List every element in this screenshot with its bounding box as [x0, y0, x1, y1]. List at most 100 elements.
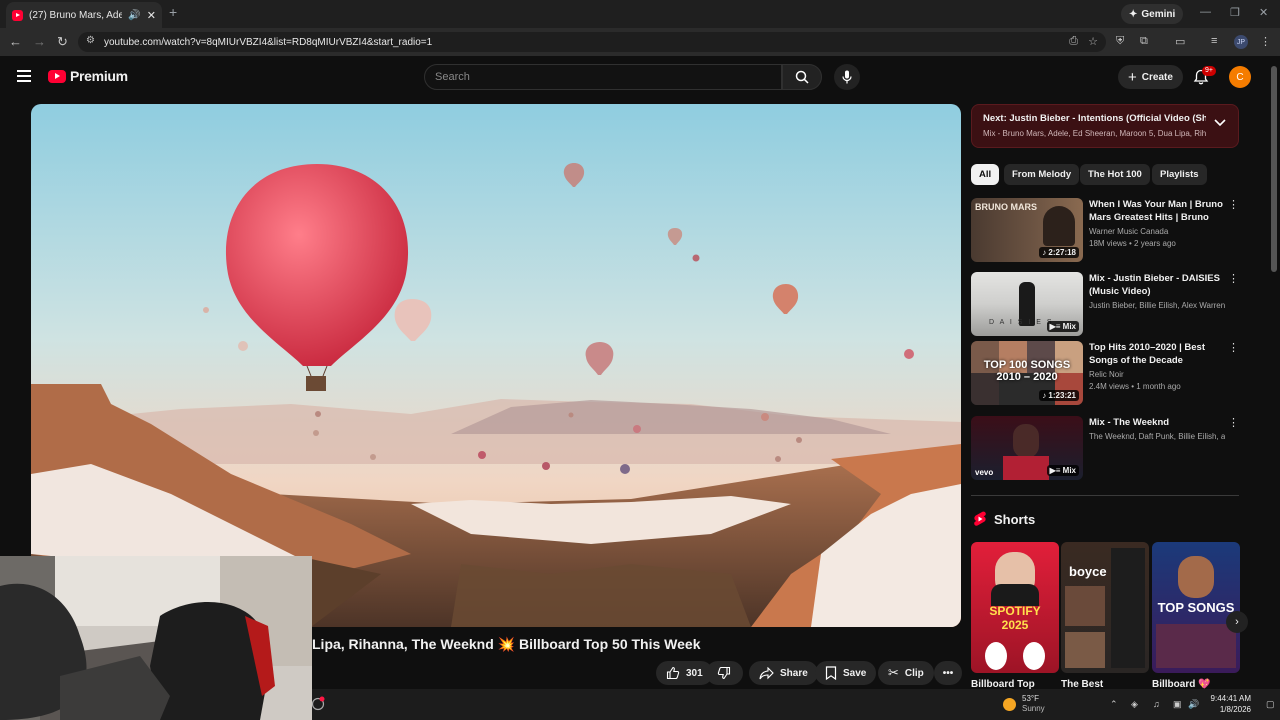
new-tab-button[interactable]: +	[169, 4, 177, 20]
short-thumbnail[interactable]: boyce	[1061, 542, 1149, 673]
extensions-icon[interactable]: ⧉	[1140, 35, 1148, 48]
clock-time: 9:44:41 AM	[1210, 694, 1251, 703]
weather-temp: 53°F	[1022, 694, 1039, 703]
thumbs-down-icon	[717, 666, 731, 680]
video-thumbnail[interactable]: BRUNO MARS ♪ 2:27:18	[971, 198, 1083, 262]
short-thumbnail[interactable]: TOP SONGS	[1152, 542, 1240, 673]
speaker-icon[interactable]: 🔊	[128, 10, 140, 21]
network-icon[interactable]: ▣	[1173, 699, 1182, 710]
more-options-icon[interactable]: ⋮	[1228, 272, 1239, 285]
browser-profile-avatar[interactable]: JP	[1234, 35, 1248, 49]
thumbnail-text: D A I S I E S	[989, 319, 1054, 326]
browser-menu-icon[interactable]: ⋮	[1260, 35, 1271, 48]
notification-center-icon[interactable]: ▢	[1266, 699, 1275, 710]
logo-text: Premium	[70, 68, 128, 84]
youtube-logo-icon	[48, 69, 66, 83]
app-icon[interactable]	[311, 696, 325, 712]
video-player[interactable]	[31, 104, 961, 627]
vevo-logo: vevo	[975, 468, 994, 477]
video-meta: 2.4M views • 1 month ago	[1089, 382, 1181, 391]
video-thumbnail[interactable]: D A I S I E S ▶≡ Mix	[971, 272, 1083, 336]
more-options-icon[interactable]: ⋮	[1228, 416, 1239, 429]
chip-from-melody[interactable]: From Melody	[1004, 164, 1080, 185]
reading-list-icon[interactable]: ≡	[1211, 35, 1217, 47]
recommendation-title[interactable]: Mix - The Weeknd	[1089, 416, 1225, 429]
mix-icon: ▶≡	[1049, 322, 1063, 331]
more-options-icon[interactable]: ⋮	[1228, 198, 1239, 211]
shorts-next-button[interactable]: ›	[1226, 611, 1248, 633]
tray-chevron-up-icon[interactable]: ⌃	[1110, 699, 1118, 710]
short-thumb-text: SPOTIFY 2025	[989, 604, 1041, 632]
recommendation-item[interactable]: BRUNO MARS ♪ 2:27:18 When I Was Your Man…	[971, 198, 1239, 262]
save-button[interactable]: Save	[815, 661, 877, 685]
clock-date: 1/8/2026	[1219, 705, 1251, 714]
channel-name[interactable]: The Weeknd, Daft Punk, Billie Eilish, an…	[1089, 432, 1225, 441]
video-thumbnail[interactable]: TOP 100 SONGS 2010 – 2020 ♪ 1:23:21	[971, 341, 1083, 405]
bookmark-star-icon[interactable]: ☆	[1088, 35, 1098, 48]
search-placeholder: Search	[435, 71, 470, 83]
channel-name[interactable]: Warner Music Canada	[1089, 227, 1225, 236]
recommendation-title[interactable]: Mix - Justin Bieber - DAISIES (Music Vid…	[1089, 272, 1225, 298]
clip-button[interactable]: ✂ Clip	[878, 661, 934, 685]
minimize-icon[interactable]: —	[1200, 6, 1211, 18]
share-icon	[759, 666, 774, 679]
taskbar-clock[interactable]: 9:44:41 AM 1/8/2026	[1205, 693, 1251, 715]
video-meta: 18M views • 2 years ago	[1089, 239, 1176, 248]
forward-icon[interactable]: →	[33, 34, 46, 49]
menu-icon[interactable]	[17, 70, 31, 85]
notification-count-badge: 9+	[1202, 66, 1216, 76]
like-button[interactable]: 301	[656, 661, 713, 685]
more-options-icon[interactable]: ⋮	[1228, 341, 1239, 354]
browser-tab[interactable]: (27) Bruno Mars, Adele, Ed 🔊 ✕	[6, 2, 162, 28]
short-thumbnail[interactable]: SPOTIFY 2025	[971, 542, 1059, 673]
up-next-panel[interactable]: Next: Justin Bieber - Intentions (Offici…	[971, 104, 1239, 148]
like-count: 301	[686, 667, 703, 679]
search-input[interactable]: Search	[424, 64, 782, 90]
restore-icon[interactable]: ❐	[1230, 6, 1240, 19]
shorts-heading: Shorts	[973, 511, 1035, 527]
gemini-button[interactable]: ✦ Gemini	[1121, 4, 1184, 24]
bookmark-icon	[825, 666, 837, 680]
back-icon[interactable]: ←	[9, 34, 22, 49]
volume-icon[interactable]: 🔊	[1188, 699, 1199, 710]
chip-all[interactable]: All	[971, 164, 1000, 185]
account-avatar[interactable]: C	[1229, 66, 1251, 88]
create-button[interactable]: + Create	[1118, 65, 1183, 89]
address-bar[interactable]: ⚙ youtube.com/watch?v=8qMIUrVBZI4&list=R…	[78, 32, 1106, 52]
close-window-icon[interactable]: ✕	[1259, 6, 1268, 19]
recommendation-title[interactable]: Top Hits 2010–2020 | Best Songs of the D…	[1089, 341, 1225, 367]
cast-icon[interactable]: ▭	[1175, 35, 1185, 48]
share-button[interactable]: Share	[749, 661, 818, 685]
channel-name[interactable]: Relic Noir	[1089, 370, 1225, 379]
close-tab-icon[interactable]: ✕	[147, 9, 156, 22]
page-scrollbar[interactable]	[1271, 66, 1277, 272]
chip-hot-100[interactable]: The Hot 100	[1080, 164, 1150, 185]
recommendation-item[interactable]: vevo ▶≡ Mix Mix - The Weeknd The Weeknd,…	[971, 416, 1239, 480]
site-info-icon[interactable]: ⚙	[86, 35, 95, 46]
install-app-icon[interactable]: ⎙	[1069, 35, 1078, 48]
tray-mic-icon[interactable]: ♫	[1153, 699, 1160, 709]
more-horizontal-icon: •••	[942, 667, 954, 679]
reload-icon[interactable]: ↻	[57, 34, 68, 50]
youtube-premium-logo[interactable]: Premium	[48, 68, 128, 84]
shorts-logo-icon	[974, 511, 986, 526]
voice-search-button[interactable]	[834, 64, 860, 90]
weather-widget[interactable]: 53°F Sunny	[1003, 694, 1045, 714]
shield-icon[interactable]: ⛨	[1116, 35, 1124, 48]
recommendation-item[interactable]: D A I S I E S ▶≡ Mix Mix - Justin Bieber…	[971, 272, 1239, 336]
video-thumbnail[interactable]: vevo ▶≡ Mix	[971, 416, 1083, 480]
plus-icon: +	[1128, 68, 1137, 86]
recommendation-title[interactable]: When I Was Your Man | Bruno Mars Greates…	[1089, 198, 1225, 224]
dislike-button[interactable]	[706, 661, 743, 685]
tray-app-icon[interactable]: ◈	[1131, 699, 1138, 710]
chevron-down-icon[interactable]	[1214, 119, 1226, 127]
save-label: Save	[843, 667, 867, 679]
search-button[interactable]	[782, 64, 822, 90]
channel-name[interactable]: Justin Bieber, Billie Eilish, Alex Warre…	[1089, 301, 1225, 310]
more-actions-button[interactable]: •••	[934, 661, 962, 685]
mix-label: Mix	[1062, 466, 1076, 475]
search-icon	[795, 70, 809, 84]
chip-playlists[interactable]: Playlists	[1152, 164, 1207, 185]
artist-face	[1013, 424, 1039, 458]
recommendation-item[interactable]: TOP 100 SONGS 2010 – 2020 ♪ 1:23:21 Top …	[971, 341, 1239, 405]
